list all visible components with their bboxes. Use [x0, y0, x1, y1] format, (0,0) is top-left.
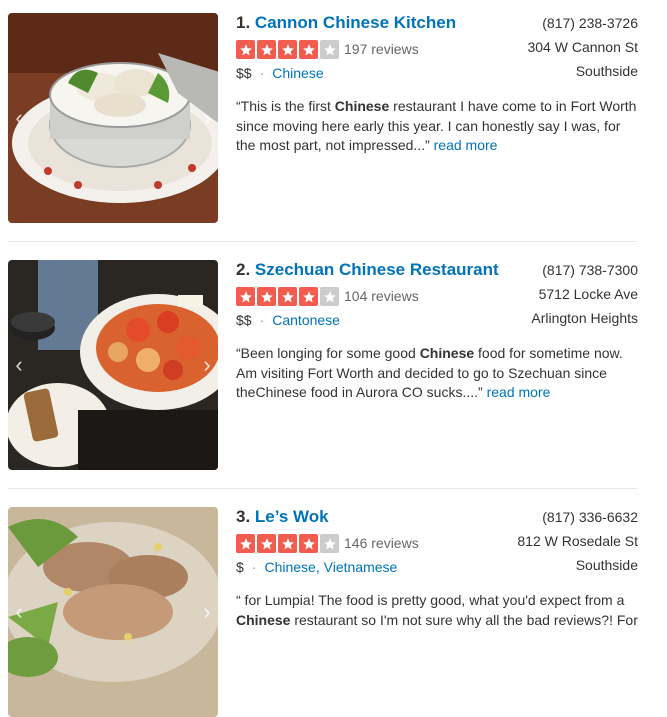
- snippet-highlight: Chinese: [236, 611, 291, 628]
- photo-prev-icon[interactable]: ‹: [12, 598, 26, 626]
- price-range: $: [236, 559, 244, 575]
- star-icon: [320, 287, 339, 306]
- food-photo: [8, 260, 218, 470]
- food-photo: [8, 507, 218, 717]
- category-link[interactable]: Cantonese: [272, 312, 340, 328]
- result-title: 3. Le’s Wok: [236, 507, 329, 527]
- street-address: 812 W Rosedale St: [517, 533, 638, 549]
- street-address: 304 W Cannon St: [527, 39, 638, 55]
- photo-next-icon[interactable]: ›: [200, 351, 214, 379]
- price-range: $$: [236, 312, 252, 328]
- star-icon: [236, 287, 255, 306]
- review-snippet: “Been longing for some good Chinese food…: [236, 344, 640, 403]
- result-rank: 1.: [236, 13, 251, 32]
- photo-prev-icon[interactable]: ‹: [12, 104, 26, 132]
- price-category: $$ · Chinese: [236, 65, 324, 81]
- divider: [8, 241, 637, 242]
- star-rating: [236, 534, 339, 553]
- category-link[interactable]: Chinese,: [264, 559, 319, 575]
- star-icon: [257, 40, 276, 59]
- photo-next-icon[interactable]: ›: [200, 598, 214, 626]
- snippet-text: “ for Lumpia! The food is pretty good, w…: [236, 592, 625, 608]
- review-count: 197 reviews: [344, 41, 419, 57]
- star-icon: [278, 287, 297, 306]
- business-name-link[interactable]: Le’s Wok: [255, 507, 329, 526]
- phone-number: (817) 238-3726: [542, 15, 638, 31]
- snippet-highlight: Chinese: [334, 98, 390, 114]
- result-title: 1. Cannon Chinese Kitchen: [236, 13, 456, 33]
- divider: [8, 488, 637, 489]
- star-icon: [299, 287, 318, 306]
- star-rating: [236, 40, 339, 59]
- result-rank: 3.: [236, 507, 251, 526]
- photo-next-icon[interactable]: ›: [200, 104, 214, 132]
- business-address: (817) 336-6632 812 W Rosedale St Southsi…: [517, 505, 638, 577]
- business-name-link[interactable]: Cannon Chinese Kitchen: [255, 13, 456, 32]
- snippet-text: “Been longing for some good: [236, 345, 420, 361]
- result-photo[interactable]: ‹ ›: [8, 260, 218, 470]
- phone-number: (817) 738-7300: [542, 262, 638, 278]
- neighborhood: Southside: [575, 63, 638, 79]
- business-address: (817) 738-7300 5712 Locke Ave Arlington …: [531, 258, 638, 330]
- result-photo[interactable]: ‹ ›: [8, 507, 218, 717]
- result-photo[interactable]: ‹ ›: [8, 13, 218, 223]
- star-icon: [320, 40, 339, 59]
- star-icon: [236, 40, 255, 59]
- star-icon: [299, 40, 318, 59]
- category-link[interactable]: Chinese: [272, 65, 323, 81]
- result-title: 2. Szechuan Chinese Restaurant: [236, 260, 499, 280]
- snippet-text: “This is the first: [236, 98, 335, 114]
- read-more-link[interactable]: read more: [487, 384, 551, 400]
- photo-prev-icon[interactable]: ‹: [12, 351, 26, 379]
- star-icon: [320, 534, 339, 553]
- review-count: 104 reviews: [344, 288, 419, 304]
- star-icon: [278, 40, 297, 59]
- dumpling-photo: [8, 13, 218, 223]
- price-category: $$ · Cantonese: [236, 312, 340, 328]
- review-count: 146 reviews: [344, 535, 419, 551]
- read-more-link[interactable]: read more: [434, 137, 498, 153]
- star-icon: [257, 287, 276, 306]
- price-range: $$: [236, 65, 252, 81]
- star-icon: [257, 534, 276, 553]
- star-icon: [278, 534, 297, 553]
- price-category: $ · Chinese, Vietnamese: [236, 559, 398, 575]
- star-icon: [236, 534, 255, 553]
- business-address: (817) 238-3726 304 W Cannon St Southside: [527, 11, 638, 83]
- business-name-link[interactable]: Szechuan Chinese Restaurant: [255, 260, 499, 279]
- snippet-text: restaurant so I'm not sure why all the b…: [290, 611, 638, 628]
- star-icon: [299, 534, 318, 553]
- category-link[interactable]: Vietnamese: [324, 559, 398, 575]
- review-snippet: “ for Lumpia! The food is pretty good, w…: [236, 591, 640, 630]
- snippet-highlight: Chinese: [419, 345, 475, 361]
- result-rank: 2.: [236, 260, 251, 279]
- star-rating: [236, 287, 339, 306]
- neighborhood: Southside: [575, 557, 638, 573]
- neighborhood: Arlington Heights: [531, 310, 638, 326]
- review-snippet: “This is the first Chinese restaurant I …: [236, 97, 640, 156]
- street-address: 5712 Locke Ave: [538, 286, 638, 302]
- phone-number: (817) 336-6632: [542, 509, 638, 525]
